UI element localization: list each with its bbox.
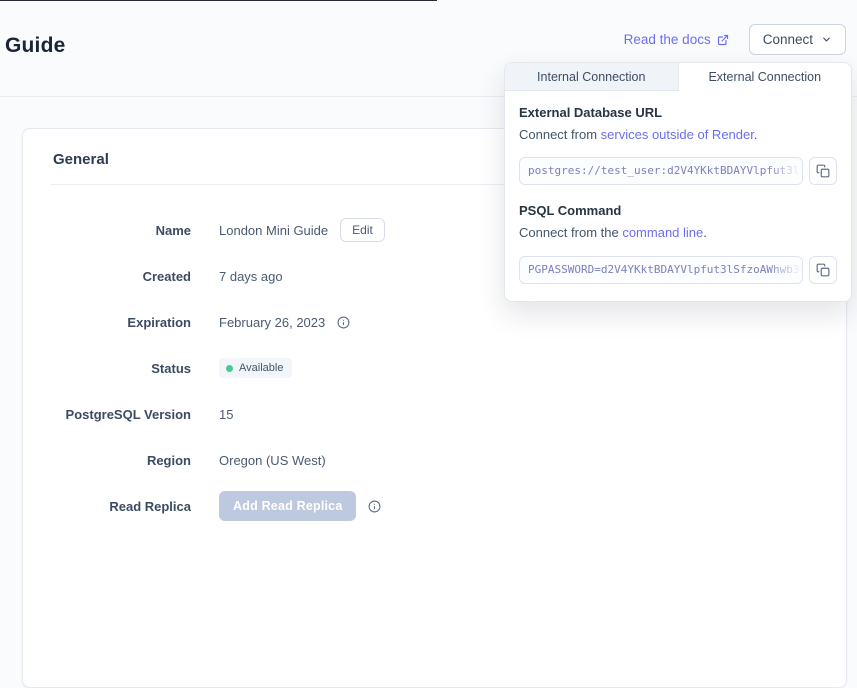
- code-row: postgres://test_user:d2V4YKktBDAYVlpfut3…: [519, 157, 837, 185]
- row-value: London Mini Guide Edit: [219, 218, 385, 242]
- section-description: Connect from the command line.: [519, 225, 837, 240]
- row-value: Available: [219, 358, 292, 378]
- command-line-link[interactable]: command line: [622, 225, 703, 240]
- chevron-down-icon: [821, 34, 832, 45]
- desc-text: .: [703, 225, 707, 240]
- tab-external-connection[interactable]: External Connection: [679, 63, 852, 91]
- table-row-expiration: Expiration February 26, 2023: [23, 299, 846, 345]
- services-outside-render-link[interactable]: services outside of Render: [601, 127, 754, 142]
- table-row-read-replica: Read Replica Add Read Replica: [23, 483, 846, 529]
- code-row: PGPASSWORD=d2V4YKktBDAYVlpfut3lSfzoAWhwb…: [519, 256, 837, 284]
- info-icon[interactable]: [368, 500, 381, 513]
- status-dot-icon: [226, 365, 233, 372]
- add-read-replica-button[interactable]: Add Read Replica: [219, 491, 356, 521]
- row-value: February 26, 2023: [219, 315, 350, 330]
- connect-button-label: Connect: [763, 32, 813, 47]
- read-the-docs-label: Read the docs: [624, 32, 711, 47]
- table-row-status: Status Available: [23, 345, 846, 391]
- status-label: Available: [239, 362, 283, 374]
- external-link-icon: [717, 34, 729, 46]
- psql-command-field[interactable]: PGPASSWORD=d2V4YKktBDAYVlpfut3lSfzoAWhwb…: [519, 256, 803, 284]
- expiration-value: February 26, 2023: [219, 315, 325, 330]
- section-description: Connect from services outside of Render.: [519, 127, 837, 142]
- external-database-url-field[interactable]: postgres://test_user:d2V4YKktBDAYVlpfut3…: [519, 157, 803, 185]
- row-value: Oregon (US West): [219, 453, 326, 468]
- copy-button[interactable]: [809, 157, 837, 185]
- top-edge-line: [0, 0, 437, 1]
- row-label: Status: [23, 361, 191, 376]
- row-value: Add Read Replica: [219, 491, 381, 521]
- created-value: 7 days ago: [219, 269, 283, 284]
- external-database-url-section: External Database URL Connect from servi…: [519, 105, 837, 185]
- edit-name-button[interactable]: Edit: [340, 218, 385, 242]
- desc-text: Connect from the: [519, 225, 622, 240]
- status-badge: Available: [219, 358, 292, 378]
- desc-text: .: [754, 127, 758, 142]
- row-value: 15: [219, 407, 233, 422]
- row-label: Region: [23, 453, 191, 468]
- row-label: PostgreSQL Version: [23, 407, 191, 422]
- connect-button[interactable]: Connect: [749, 24, 846, 55]
- desc-text: Connect from: [519, 127, 601, 142]
- table-row-region: Region Oregon (US West): [23, 437, 846, 483]
- row-label: Expiration: [23, 315, 191, 330]
- connection-tabs: Internal Connection External Connection: [505, 63, 851, 91]
- info-icon[interactable]: [337, 316, 350, 329]
- read-the-docs-link[interactable]: Read the docs: [624, 32, 729, 47]
- copy-icon: [816, 263, 830, 277]
- external-connection-panel: External Database URL Connect from servi…: [505, 91, 851, 301]
- section-heading: PSQL Command: [519, 203, 837, 218]
- row-label: Created: [23, 269, 191, 284]
- tab-internal-connection[interactable]: Internal Connection: [505, 63, 679, 91]
- psql-command-section: PSQL Command Connect from the command li…: [519, 203, 837, 284]
- row-value: 7 days ago: [219, 269, 283, 284]
- postgres-version-value: 15: [219, 407, 233, 422]
- page-title: Guide: [5, 34, 66, 58]
- header-actions: Read the docs Connect: [624, 24, 846, 55]
- copy-button[interactable]: [809, 256, 837, 284]
- copy-icon: [816, 164, 830, 178]
- section-heading: External Database URL: [519, 105, 837, 120]
- database-name: London Mini Guide: [219, 223, 328, 238]
- table-row-version: PostgreSQL Version 15: [23, 391, 846, 437]
- connect-popup: Internal Connection External Connection …: [504, 62, 852, 302]
- page: Guide Read the docs Connect General: [0, 0, 857, 516]
- row-label: Read Replica: [23, 499, 191, 514]
- region-value: Oregon (US West): [219, 453, 326, 468]
- row-label: Name: [23, 223, 191, 238]
